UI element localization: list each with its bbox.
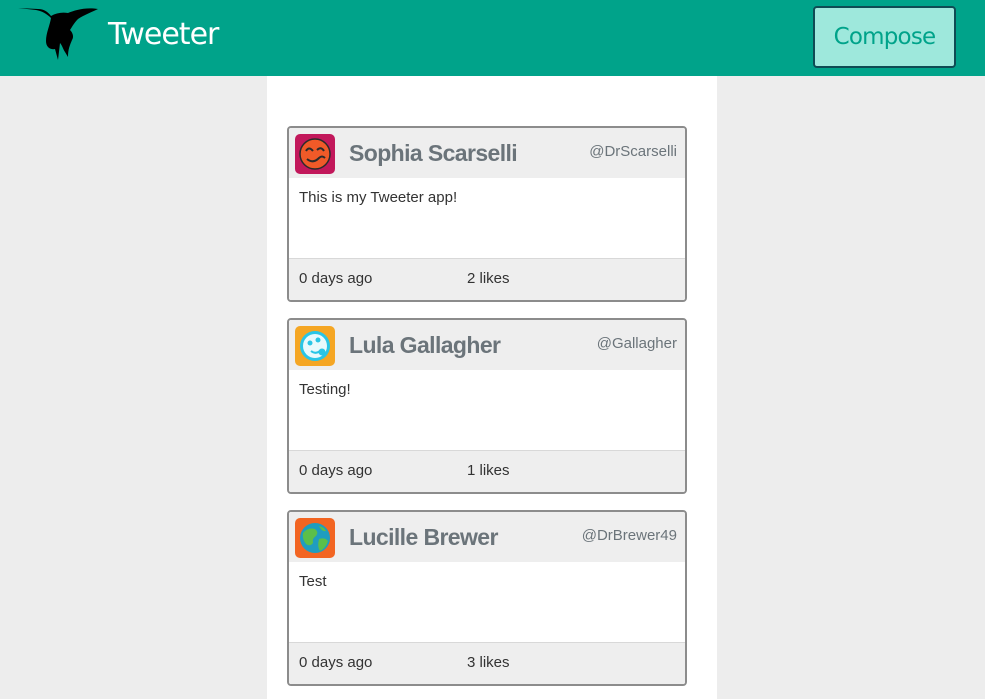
tweet-card: Lucille Brewer @DrBrewer49 Test 0 days a… bbox=[287, 510, 687, 686]
tweet-timestamp: 0 days ago bbox=[299, 462, 373, 479]
tweet-text: Test bbox=[299, 573, 327, 590]
tweet-likes[interactable]: 3 likes bbox=[467, 653, 510, 673]
tweet-author-handle[interactable]: @DrBrewer49 bbox=[582, 526, 677, 546]
tweet-footer: 0 days ago 1 likes bbox=[289, 450, 685, 492]
tweet-footer: 0 days ago 2 likes bbox=[289, 258, 685, 300]
tweet-card: Sophia Scarselli @DrScarselli This is my… bbox=[287, 126, 687, 302]
tweet-likes[interactable]: 1 likes bbox=[467, 461, 510, 481]
tweet-author-handle[interactable]: @Gallagher bbox=[597, 334, 677, 354]
navbar: Tweeter Compose bbox=[0, 0, 985, 76]
tweet-author-name[interactable]: Lula Gallagher bbox=[349, 330, 501, 360]
tweet-author-name[interactable]: Sophia Scarselli bbox=[349, 138, 518, 168]
tweet-text: Testing! bbox=[299, 381, 351, 398]
tweet-header: Lula Gallagher @Gallagher bbox=[289, 320, 685, 370]
tweet-timestamp: 0 days ago bbox=[299, 654, 373, 671]
face-avatar-icon[interactable] bbox=[295, 326, 335, 366]
tweet-header: Sophia Scarselli @DrScarselli bbox=[289, 128, 685, 178]
tweet-card: Lula Gallagher @Gallagher Testing! 0 day… bbox=[287, 318, 687, 494]
tweet-author-handle[interactable]: @DrScarselli bbox=[589, 142, 677, 162]
tweet-footer: 0 days ago 3 likes bbox=[289, 642, 685, 684]
tweet-timestamp: 0 days ago bbox=[299, 270, 373, 287]
tweet-text: This is my Tweeter app! bbox=[299, 189, 458, 206]
compose-button[interactable]: Compose bbox=[813, 6, 956, 68]
tweet-likes[interactable]: 2 likes bbox=[467, 269, 510, 289]
tweet-author-name[interactable]: Lucille Brewer bbox=[349, 522, 498, 552]
tweet-header: Lucille Brewer @DrBrewer49 bbox=[289, 512, 685, 562]
globe-avatar-icon[interactable] bbox=[295, 518, 335, 558]
hummingbird-icon[interactable] bbox=[18, 5, 100, 63]
brand-title: Tweeter bbox=[108, 17, 219, 52]
smiley-avatar-icon[interactable] bbox=[295, 134, 335, 174]
tweet-feed: Sophia Scarselli @DrScarselli This is my… bbox=[267, 76, 717, 699]
